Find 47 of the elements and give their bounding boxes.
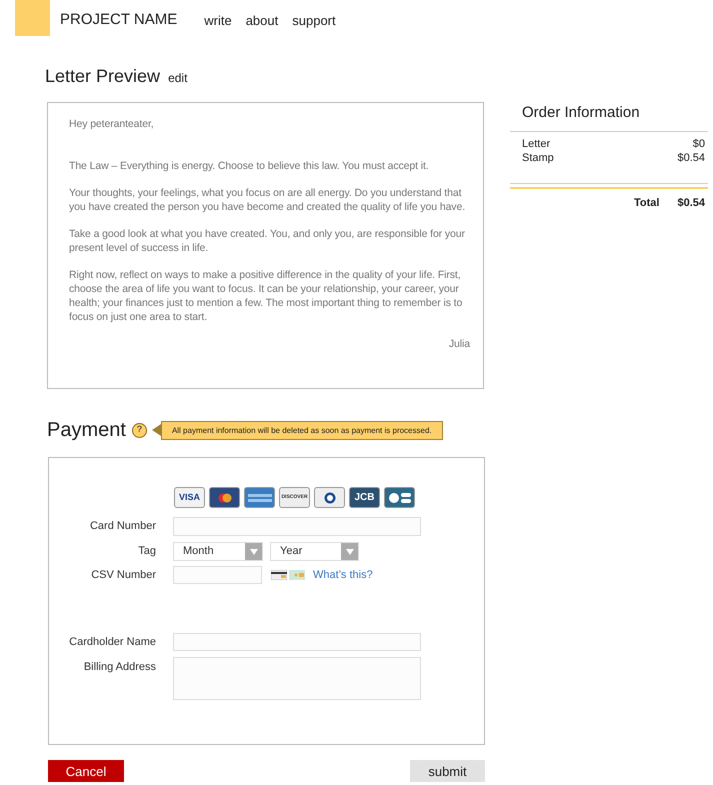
whats-this-link[interactable]: What’s this? bbox=[313, 566, 373, 584]
total-label: Total bbox=[634, 196, 660, 210]
cancel-button[interactable]: Cancel bbox=[48, 760, 124, 782]
card-logo bbox=[384, 487, 415, 508]
card-logo bbox=[314, 487, 345, 508]
letter-paragraph: The Law – Everything is energy. Choose to believe this law. You must accept it. bbox=[69, 159, 430, 173]
input-field[interactable] bbox=[173, 566, 262, 584]
nav-link[interactable]: write bbox=[204, 11, 232, 31]
field-label: Tag bbox=[138, 544, 156, 560]
card-logo bbox=[244, 487, 275, 508]
nav-link[interactable]: about bbox=[246, 11, 278, 31]
card-logo bbox=[209, 487, 240, 508]
letter-signature: Julia bbox=[448, 337, 470, 351]
nav-link[interactable]: support bbox=[292, 11, 336, 31]
edit-link[interactable]: edit bbox=[168, 69, 188, 87]
select-dropdown[interactable]: Month bbox=[173, 542, 263, 561]
field-label: Cardholder Name bbox=[69, 634, 156, 650]
caret-icon bbox=[341, 543, 358, 560]
submit-button[interactable]: submit bbox=[410, 760, 485, 782]
logo-square bbox=[15, 0, 50, 36]
order-item-price: $0.54 bbox=[677, 150, 705, 164]
field-label: CSV Number bbox=[91, 568, 156, 583]
letter-paragraph: Take a good look at what you have created. You, and only you, are responsible for your present level of success in life. bbox=[69, 227, 466, 255]
field-label: Card Number bbox=[90, 519, 156, 534]
order-item-price: $0 bbox=[692, 136, 705, 150]
letter-paragraph: Right now, reflect on ways to make a positive difference in the quality of your life. First, choose the area of life you want to focus. It can be your relationship, your career, your health; your finances just to mention a few. The most important thing to remember is to focus on just one area to start. bbox=[69, 268, 464, 324]
billing-address-field[interactable] bbox=[173, 657, 421, 700]
input-field[interactable] bbox=[173, 633, 421, 651]
card-front-icon bbox=[289, 570, 305, 580]
order-item-name: Letter bbox=[522, 136, 550, 150]
field-label: Billing Address bbox=[84, 660, 156, 675]
total-value: $0.54 bbox=[677, 196, 705, 210]
letter-paragraph: Your thoughts, your feelings, what you focus on are all energy. Do you understand that you have created the person you have become and created the quality of life you have. bbox=[69, 186, 466, 214]
section-title: Letter Preview bbox=[45, 65, 160, 88]
select-dropdown[interactable]: Year bbox=[270, 542, 359, 561]
caret-icon bbox=[245, 543, 262, 560]
card-logo: VISA bbox=[174, 487, 205, 508]
help-icon[interactable]: ? bbox=[132, 422, 147, 438]
section-title: Payment bbox=[47, 418, 126, 443]
order-item-name: Stamp bbox=[522, 150, 554, 164]
card-logo: JCB bbox=[349, 487, 380, 508]
card-back-icon bbox=[271, 570, 287, 580]
letter-greeting: Hey peteranteater, bbox=[69, 117, 155, 131]
project-name: PROJECT NAME bbox=[60, 10, 178, 30]
tooltip: All payment information will be deleted as soon as payment is processed. bbox=[160, 420, 443, 440]
input-field[interactable] bbox=[173, 517, 421, 536]
section-title: Order Information bbox=[522, 104, 640, 121]
